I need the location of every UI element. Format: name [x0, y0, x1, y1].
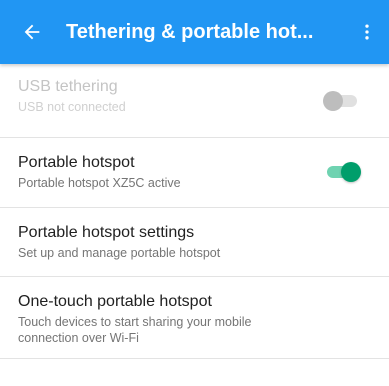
setting-usb-tethering: USB tethering USB not connected	[0, 64, 389, 138]
portable-hotspot-switch[interactable]	[323, 161, 363, 183]
overflow-menu-button[interactable]	[347, 0, 387, 64]
setting-portable-hotspot-settings[interactable]: Portable hotspot settings Set up and man…	[0, 208, 389, 277]
setting-subtitle-line-2: connection over Wi-Fi	[18, 331, 139, 345]
setting-title: One-touch portable hotspot	[18, 293, 212, 310]
settings-list: USB tethering USB not connected Portable…	[0, 64, 389, 359]
page-title: Tethering & portable hot...	[66, 20, 314, 43]
setting-subtitle-line-1: Touch devices to start sharing your mobi…	[18, 315, 252, 329]
app-bar: Tethering & portable hot...	[0, 0, 389, 64]
arrow-left-icon	[24, 24, 40, 40]
switch-thumb	[323, 91, 343, 111]
back-button[interactable]	[4, 0, 60, 64]
usb-tethering-switch	[323, 90, 363, 112]
more-vert-icon	[365, 24, 369, 40]
setting-title: Portable hotspot settings	[18, 224, 195, 241]
switch-thumb	[341, 162, 361, 182]
setting-subtitle: Set up and manage portable hotspot	[18, 246, 221, 260]
setting-one-touch-hotspot[interactable]: One-touch portable hotspot Touch devices…	[0, 277, 389, 359]
setting-portable-hotspot[interactable]: Portable hotspot Portable hotspot XZ5C a…	[0, 138, 389, 208]
